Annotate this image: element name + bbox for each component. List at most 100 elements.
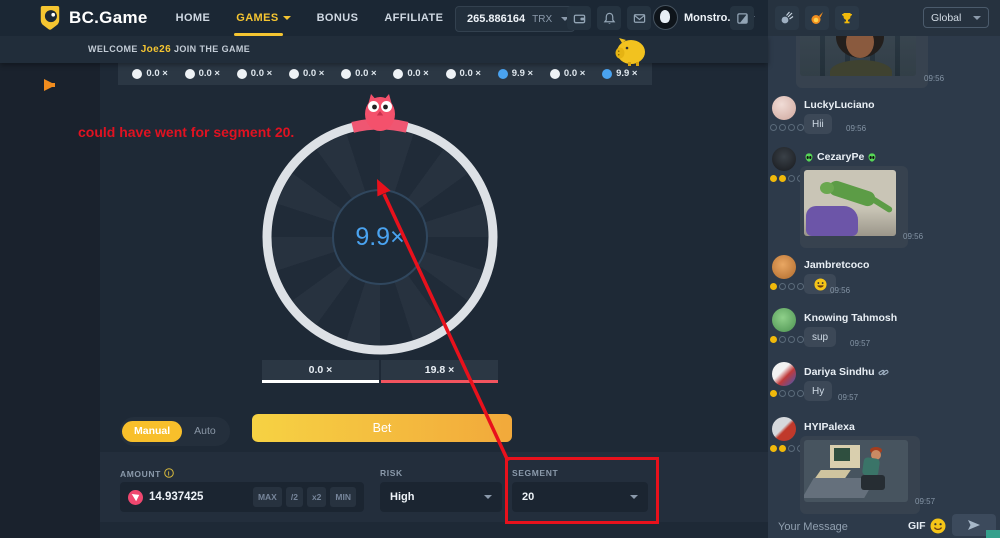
welcome-username: Joe26 (141, 44, 171, 55)
balance-dropdown[interactable]: 265.886164 TRX (455, 6, 575, 32)
avatar[interactable] (772, 308, 796, 332)
wheel: 9.9× (262, 119, 498, 355)
alien-icon (867, 152, 877, 163)
bell-icon (603, 12, 616, 25)
trx-coin-icon (128, 490, 143, 505)
gif-button[interactable]: GIF (908, 520, 926, 532)
bet-button[interactable]: Bet (252, 414, 512, 442)
lizard-gif-image (804, 170, 896, 236)
balance-amount: 265.886164 (467, 13, 525, 25)
chat-username[interactable]: CezaryPe (804, 151, 877, 163)
result-dot-icon (550, 69, 560, 79)
result-dot-icon (498, 69, 508, 79)
message-time: 09:56 (903, 232, 923, 241)
history-chip: 0.0 × (289, 68, 324, 79)
message-time: 09:56 (846, 124, 866, 133)
leaderboard-button[interactable] (835, 6, 859, 30)
messages-button[interactable] (627, 6, 651, 30)
balance-currency: TRX (532, 14, 552, 25)
result-dot-icon (602, 69, 612, 79)
corner-widget[interactable] (986, 530, 1000, 538)
computer-gif-image (804, 440, 908, 502)
emoji-picker-icon[interactable] (930, 518, 946, 534)
history-chip: 0.0 × (550, 68, 585, 79)
wallet-button[interactable] (567, 6, 591, 30)
hot-games-button[interactable] (805, 6, 829, 30)
avatar[interactable] (772, 96, 796, 120)
woman-gif-image (800, 36, 916, 76)
chain-icon (878, 367, 889, 378)
chat-message: Hii (804, 114, 832, 134)
message-time: 09:56 (924, 74, 944, 83)
message-time: 09:57 (850, 339, 870, 348)
avatar (653, 5, 678, 30)
chat-username[interactable]: HYIPalexa (804, 421, 855, 433)
avatar[interactable] (772, 147, 796, 171)
chat-username[interactable]: Knowing Tahmosh (804, 312, 897, 324)
annotation-text: could have went for segment 20. (78, 124, 294, 140)
info-icon: i (164, 468, 174, 478)
amount-input[interactable]: 14.937425 MAX /2 x2 MIN (120, 482, 364, 512)
double-button[interactable]: x2 (307, 487, 326, 507)
risk-select[interactable]: High (380, 482, 502, 512)
avatar[interactable] (772, 255, 796, 279)
mode-toggle: Manual Auto (120, 417, 230, 446)
wallet-icon (573, 12, 586, 25)
top-navbar: BC.Game HOME GAMES BONUS AFFILIATE FORUM… (0, 0, 768, 36)
trophy-icon (840, 11, 854, 25)
meteor-icon (780, 11, 794, 25)
chat-input-row: GIF (768, 516, 1000, 538)
send-icon (967, 519, 981, 531)
chat-message: Hy (804, 381, 832, 401)
auto-tab[interactable]: Auto (182, 421, 228, 442)
quests-button[interactable] (775, 6, 799, 30)
manual-tab[interactable]: Manual (122, 421, 182, 442)
panel-toggle-icon (736, 12, 749, 25)
result-dot-icon (341, 69, 351, 79)
max-button[interactable]: MAX (253, 487, 282, 507)
result-tab-low: 0.0 × (262, 360, 379, 383)
nav-bonus[interactable]: BONUS (317, 12, 359, 24)
wheel-center-multiplier: 9.9× (332, 189, 428, 285)
chevron-down-icon (973, 16, 981, 20)
chat-message-image (800, 436, 920, 514)
nav-games[interactable]: GAMES (236, 12, 290, 24)
piggy-bank-icon (612, 36, 650, 66)
fireball-icon (810, 11, 824, 25)
nav-affiliate[interactable]: AFFILIATE (384, 12, 443, 24)
min-button[interactable]: MIN (330, 487, 356, 507)
bcgame-app: BC.Game HOME GAMES BONUS AFFILIATE FORUM… (0, 0, 1000, 538)
annotation-box (505, 457, 659, 524)
result-dot-icon (289, 69, 299, 79)
avatar[interactable] (772, 417, 796, 441)
bcgame-logo-icon (38, 5, 62, 31)
message-time: 09:57 (915, 497, 935, 506)
chat-username[interactable]: Dariya Sindhu (804, 366, 889, 378)
welcome-banner: WELCOME Joe26 JOIN THE GAME (0, 36, 768, 63)
bcgame-logo[interactable]: BC.Game (38, 5, 148, 31)
message-time: 09:57 (838, 393, 858, 402)
chat-channel-select[interactable]: Global (923, 7, 989, 28)
history-chip: 0.0 × (446, 68, 481, 79)
alien-icon (804, 152, 814, 163)
avatar[interactable] (772, 362, 796, 386)
megaphone-icon (42, 77, 58, 93)
result-tabs: 0.0 × 19.8 × (262, 360, 498, 383)
result-dot-icon (446, 69, 456, 79)
chat-message-input[interactable] (776, 516, 900, 538)
history-chip: 0.0 × (185, 68, 220, 79)
chat-toggle-button[interactable] (730, 6, 754, 30)
nav-home[interactable]: HOME (176, 12, 211, 24)
notifications-button[interactable] (597, 6, 621, 30)
half-button[interactable]: /2 (286, 487, 303, 507)
laughing-emoji-icon (814, 278, 827, 291)
result-dot-icon (237, 69, 247, 79)
chat-message: sup (804, 327, 836, 347)
chat-username[interactable]: LuckyLuciano (804, 99, 875, 111)
chat-message-image (800, 166, 908, 248)
chat-username[interactable]: Jambretcoco (804, 259, 869, 271)
history-chip: 0.0 × (237, 68, 272, 79)
welcome-text: WELCOME Joe26 JOIN THE GAME (88, 44, 250, 55)
result-dot-icon (393, 69, 403, 79)
result-tab-high: 19.8 × (381, 360, 498, 383)
